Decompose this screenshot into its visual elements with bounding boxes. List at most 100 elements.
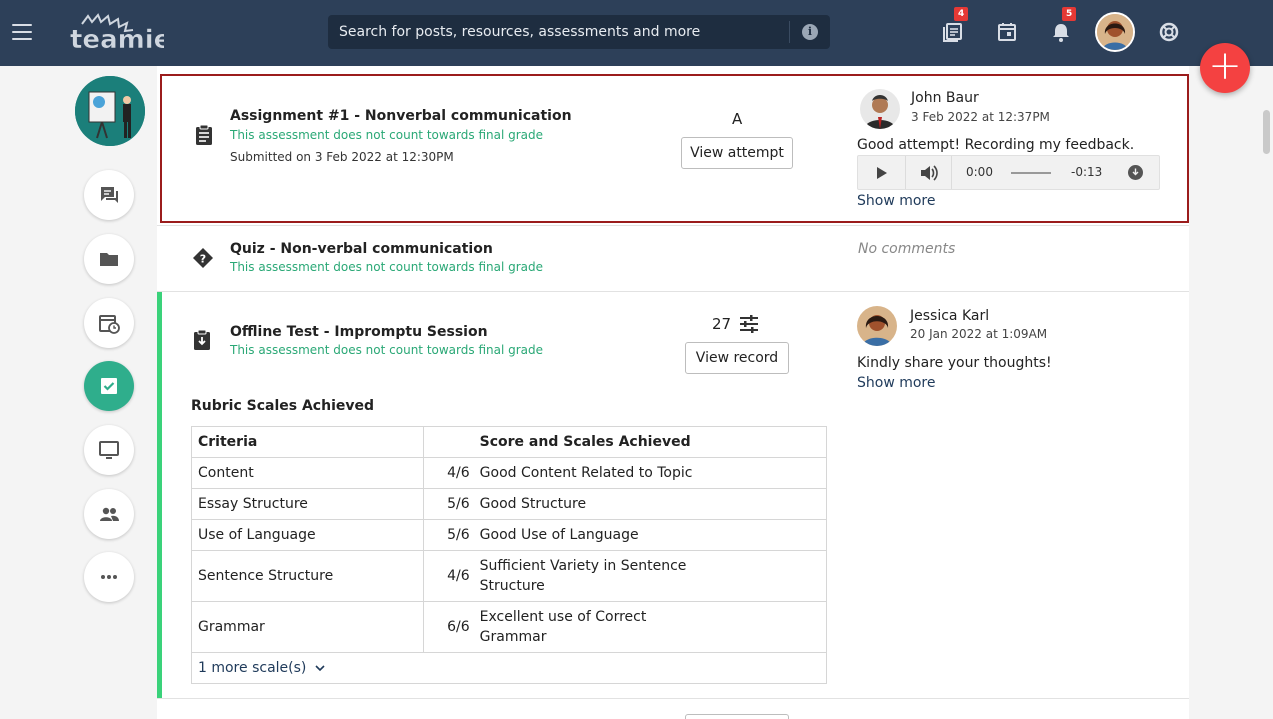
assessment-row-highlighted: Assignment #1 - Nonverbal communication … <box>160 74 1189 223</box>
grade-note: This assessment does not count towards f… <box>230 343 544 357</box>
audio-current-time: 0:00 <box>966 165 993 179</box>
clipboard-download-icon <box>194 329 210 350</box>
scale-cell: Good Content Related to Topic <box>473 457 827 489</box>
assessment-title[interactable]: Quiz - Non-verbal communication <box>230 241 493 257</box>
monitor-icon <box>99 441 119 459</box>
row-divider <box>157 698 1189 699</box>
notifications-badge: 5 <box>1062 7 1077 21</box>
score-cell: 4/6 <box>423 457 474 489</box>
rubric-heading: Rubric Scales Achieved <box>191 398 375 414</box>
left-nav <box>0 66 157 719</box>
score-column-header: Score and Scales Achieved <box>473 426 827 458</box>
calendar-clock-icon <box>99 315 120 334</box>
score-cell: 6/6 <box>423 601 474 653</box>
assessment-list: Assignment #1 - Nonverbal communication … <box>157 66 1189 719</box>
grade-note: This assessment does not count towards f… <box>230 260 544 274</box>
view-record-button[interactable]: View record <box>685 342 789 374</box>
nav-assessments-button[interactable] <box>84 361 134 411</box>
teamie-logo[interactable]: teamie <box>68 10 172 55</box>
search-placeholder: Search for posts, resources, assessments… <box>339 24 701 40</box>
assessment-title[interactable]: Assignment #1 - Nonverbal communication <box>230 108 572 124</box>
page-scrollbar[interactable] <box>1258 66 1273 719</box>
scale-cell: Sufficient Variety in Sentence Structure <box>473 550 827 602</box>
commenter-name[interactable]: John Baur <box>911 90 979 106</box>
comment-text: Kindly share your thoughts! <box>857 355 1052 371</box>
audio-play-button[interactable] <box>858 156 906 189</box>
nav-files-button[interactable] <box>84 234 134 284</box>
play-icon <box>877 167 887 179</box>
scale-cell: Good Structure <box>473 488 827 520</box>
commenter-avatar <box>860 89 900 129</box>
svg-text:?: ? <box>200 253 206 266</box>
score-value: 27 <box>712 315 732 333</box>
table-row: Use of Language 5/6 Good Use of Language <box>190 519 827 551</box>
add-fab-button[interactable]: + <box>1200 43 1250 93</box>
table-row: Sentence Structure 4/6 Sufficient Variet… <box>190 550 827 602</box>
grade-note: This assessment does not count towards f… <box>230 128 544 142</box>
grade-value: A <box>732 110 743 128</box>
audio-progress-slider[interactable] <box>1011 172 1051 174</box>
commenter-name[interactable]: Jessica Karl <box>910 308 989 324</box>
search-input[interactable]: Search for posts, resources, assessments… <box>328 15 830 49</box>
user-avatar[interactable] <box>1095 12 1135 52</box>
more-scales-label: 1 more scale(s) <box>198 660 307 676</box>
nav-more-button[interactable] <box>84 552 134 602</box>
row-divider <box>157 291 1189 292</box>
scale-line: Grammar <box>479 629 547 645</box>
criteria-cell: Sentence Structure <box>190 550 424 602</box>
table-row: Essay Structure 5/6 Good Structure <box>190 488 827 520</box>
table-row: Grammar 6/6 Excellent use of Correct Gram… <box>190 601 827 653</box>
checkbox-icon <box>101 378 117 394</box>
top-bar: teamie Search for posts, resources, asse… <box>0 0 1273 66</box>
scale-cell: Good Use of Language <box>473 519 827 551</box>
next-row-button[interactable] <box>685 714 789 719</box>
scrollbar-thumb[interactable] <box>1263 110 1270 154</box>
score-cell: 4/6 <box>423 550 474 602</box>
folder-icon <box>100 253 118 266</box>
audio-player: 0:00 -0:13 <box>857 155 1160 190</box>
audio-remaining-time: -0:13 <box>1071 165 1103 179</box>
score-cell: 5/6 <box>423 488 474 520</box>
assessment-title[interactable]: Offline Test - Impromptu Session <box>230 324 488 340</box>
more-scales-toggle[interactable]: 1 more scale(s) <box>191 652 827 684</box>
more-dots-icon <box>101 575 117 579</box>
show-more-link[interactable]: Show more <box>857 193 936 209</box>
rubric-sliders-icon[interactable] <box>739 315 759 333</box>
view-attempt-button[interactable]: View attempt <box>681 137 793 169</box>
active-row-indicator <box>157 292 162 698</box>
submitted-date: Submitted on 3 Feb 2022 at 12:30PM <box>230 150 454 164</box>
rubric-table: Criteria Score and Scales Achieved Conte… <box>190 426 827 684</box>
quiz-question-icon: ? <box>193 248 213 268</box>
chat-icon <box>101 187 118 203</box>
calendar-icon[interactable] <box>996 21 1018 43</box>
nav-schedule-button[interactable] <box>84 298 134 348</box>
help-lifebuoy-icon[interactable] <box>1158 21 1180 43</box>
nav-members-button[interactable] <box>84 489 134 539</box>
criteria-cell: Use of Language <box>190 519 424 551</box>
comment-date: 20 Jan 2022 at 1:09AM <box>910 327 1048 341</box>
volume-icon <box>921 165 938 181</box>
scale-line: Sufficient Variety in Sentence <box>479 558 687 574</box>
criteria-cell: Content <box>190 457 424 489</box>
more-scales-row: 1 more scale(s) <box>191 652 827 684</box>
class-avatar[interactable] <box>75 76 145 146</box>
rubric-header-row: Criteria Score and Scales Achieved <box>190 426 827 458</box>
criteria-cell: Essay Structure <box>190 488 424 520</box>
nav-lessons-button[interactable] <box>84 425 134 475</box>
info-icon[interactable]: i <box>802 24 818 40</box>
clipboard-icon <box>196 124 212 145</box>
row-divider <box>157 225 1189 226</box>
nav-newsfeed-button[interactable] <box>84 170 134 220</box>
notifications-bell-icon[interactable]: 5 <box>1050 7 1077 43</box>
people-icon <box>100 507 119 521</box>
criteria-cell: Grammar <box>190 601 424 653</box>
show-more-link[interactable]: Show more <box>857 375 936 391</box>
audio-download-icon[interactable] <box>1128 165 1143 180</box>
svg-text:teamie: teamie <box>70 25 164 54</box>
comment-date: 3 Feb 2022 at 12:37PM <box>911 110 1050 124</box>
scale-line: Structure <box>479 578 545 594</box>
audio-volume-button[interactable] <box>906 156 952 189</box>
posts-icon[interactable]: 4 <box>942 7 969 43</box>
scale-cell: Excellent use of Correct Grammar <box>473 601 827 653</box>
menu-icon[interactable] <box>12 24 32 40</box>
